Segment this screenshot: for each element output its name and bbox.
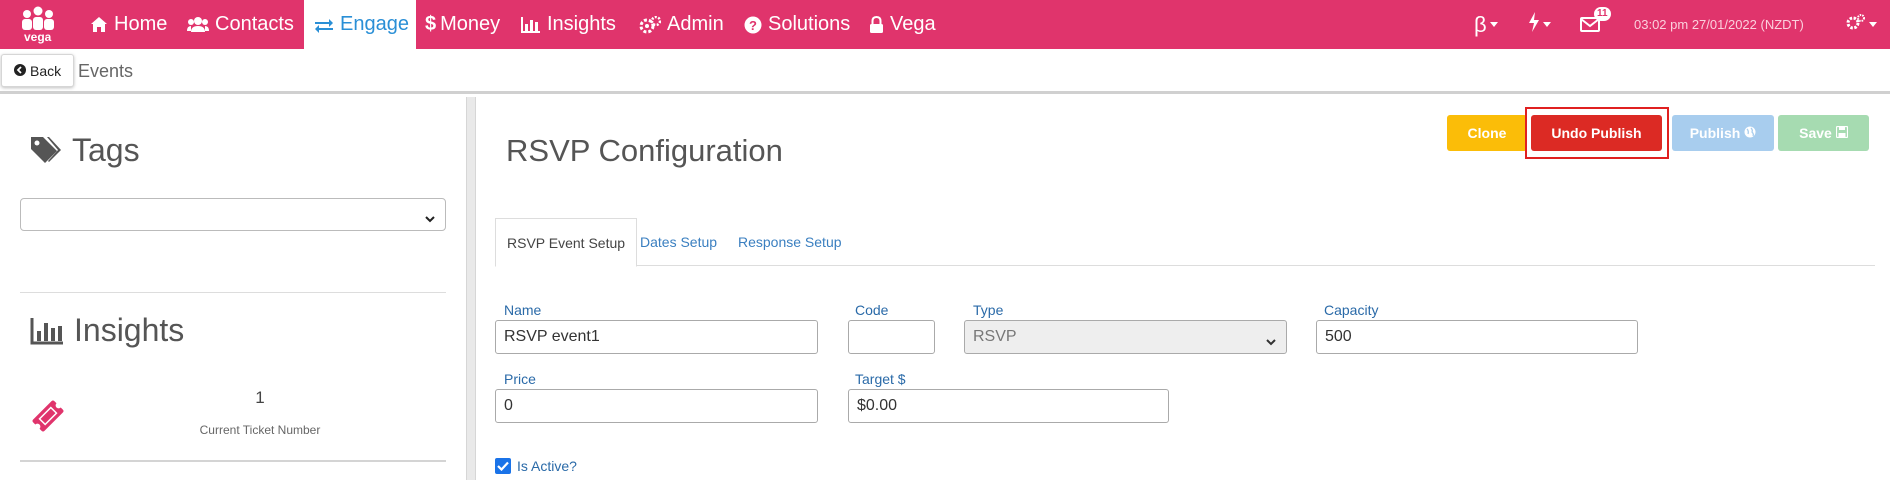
insights-heading: Insights <box>30 312 184 349</box>
page-title: RSVP Configuration <box>506 133 783 168</box>
nav-money[interactable]: $ Money <box>425 0 500 49</box>
config-tabs: RSVP Event Setup Dates Setup Response Se… <box>495 218 1875 267</box>
undo-publish-button[interactable]: Undo Publish <box>1531 115 1662 151</box>
logo-text: vega <box>24 30 52 44</box>
type-select[interactable]: RSVP <box>964 320 1287 354</box>
tab-rsvp-event-setup[interactable]: RSVP Event Setup <box>495 218 638 267</box>
nav-insights[interactable]: Insights <box>521 0 616 49</box>
price-label: Price <box>504 371 536 387</box>
chevron-down-icon <box>425 210 435 228</box>
clone-button[interactable]: Clone <box>1447 115 1527 151</box>
top-navbar: vega Home Contacts Engage $ Money Insigh… <box>0 0 1890 49</box>
code-label: Code <box>855 302 889 318</box>
undo-publish-button-label: Undo Publish <box>1551 125 1642 141</box>
sidebar-divider <box>20 460 446 462</box>
target-label: Target $ <box>855 371 906 387</box>
globe-icon <box>1744 125 1756 141</box>
tab-response-setup[interactable]: Response Setup <box>738 218 842 266</box>
breadcrumb-bar: Back Events <box>0 49 1890 94</box>
nav-insights-label: Insights <box>547 13 616 35</box>
chevron-down-icon <box>1266 333 1276 351</box>
back-button[interactable]: Back <box>1 54 75 87</box>
code-field[interactable] <box>848 320 935 354</box>
capacity-field[interactable]: 500 <box>1316 320 1638 354</box>
tab-dates-setup[interactable]: Dates Setup <box>640 218 717 266</box>
lock-icon <box>869 15 884 34</box>
nav-engage[interactable]: Engage <box>304 0 416 49</box>
settings-cogs-icon <box>1846 14 1866 35</box>
nav-vega-label: Vega <box>890 13 936 35</box>
svg-text:?: ? <box>749 18 757 33</box>
bar-chart-icon <box>30 317 64 345</box>
cogs-icon <box>639 15 661 34</box>
ticket-icon <box>30 398 66 439</box>
ticket-number-label: Current Ticket Number <box>199 423 321 437</box>
question-circle-icon: ? <box>744 16 762 34</box>
save-button[interactable]: Save <box>1778 115 1869 151</box>
nav-contacts[interactable]: Contacts <box>187 0 294 49</box>
nav-home-label: Home <box>114 13 168 35</box>
messages-button[interactable]: 11 <box>1580 0 1611 49</box>
tags-select[interactable] <box>20 198 446 231</box>
beta-label: β <box>1474 11 1487 37</box>
home-icon <box>90 16 108 33</box>
insights-heading-label: Insights <box>74 312 185 348</box>
settings-caret-icon <box>1869 22 1877 27</box>
tags-heading-label: Tags <box>72 132 140 168</box>
vega-logo[interactable]: vega <box>18 6 58 44</box>
users-icon <box>187 16 209 33</box>
tags-icon <box>30 136 62 166</box>
back-button-label: Back <box>30 62 62 79</box>
dollar-icon: $ <box>425 13 437 35</box>
beta-menu[interactable]: β <box>1474 0 1498 49</box>
bolt-icon <box>1528 12 1540 37</box>
sidebar-splitter[interactable] <box>466 97 476 480</box>
publish-button[interactable]: Publish <box>1672 115 1774 151</box>
arrow-circle-left-icon <box>14 63 26 79</box>
target-field[interactable]: $0.00 <box>848 389 1169 423</box>
nav-solutions[interactable]: ? Solutions <box>744 0 850 49</box>
settings-menu[interactable] <box>1846 0 1877 49</box>
exchange-icon <box>314 17 334 33</box>
capacity-label: Capacity <box>1324 302 1379 318</box>
notification-badge: 11 <box>1594 7 1611 21</box>
save-button-label: Save <box>1799 125 1832 141</box>
is-active-checkbox[interactable] <box>495 458 511 474</box>
sidebar-divider <box>20 292 446 293</box>
bolt-caret-icon <box>1543 22 1551 27</box>
nav-engage-label: Engage <box>340 13 409 35</box>
bar-chart-icon <box>521 16 541 33</box>
type-select-value: RSVP <box>973 328 1017 345</box>
nav-admin[interactable]: Admin <box>639 0 724 49</box>
nav-vega[interactable]: Vega <box>869 0 936 49</box>
name-field[interactable]: RSVP event1 <box>495 320 818 354</box>
quick-actions-menu[interactable] <box>1528 0 1551 49</box>
clock-timestamp: 03:02 pm 27/01/2022 (NZDT) <box>1634 17 1804 32</box>
is-active-label: Is Active? <box>517 458 577 474</box>
name-label: Name <box>504 302 542 318</box>
nav-admin-label: Admin <box>667 13 724 35</box>
checkmark-icon <box>497 461 509 471</box>
beta-caret-icon <box>1489 22 1498 27</box>
type-label: Type <box>973 302 1004 318</box>
envelope-icon: 11 <box>1580 7 1611 32</box>
nav-solutions-label: Solutions <box>768 13 851 35</box>
clone-button-label: Clone <box>1467 125 1507 141</box>
nav-home[interactable]: Home <box>90 0 167 49</box>
ticket-number: 1 <box>255 388 265 407</box>
nav-money-label: Money <box>440 13 501 35</box>
publish-button-label: Publish <box>1689 125 1741 141</box>
tags-heading: Tags <box>30 132 140 169</box>
nav-contacts-label: Contacts <box>215 13 294 35</box>
price-field[interactable]: 0 <box>495 389 818 423</box>
breadcrumb: Events <box>78 61 134 81</box>
floppy-disk-icon <box>1835 125 1848 141</box>
